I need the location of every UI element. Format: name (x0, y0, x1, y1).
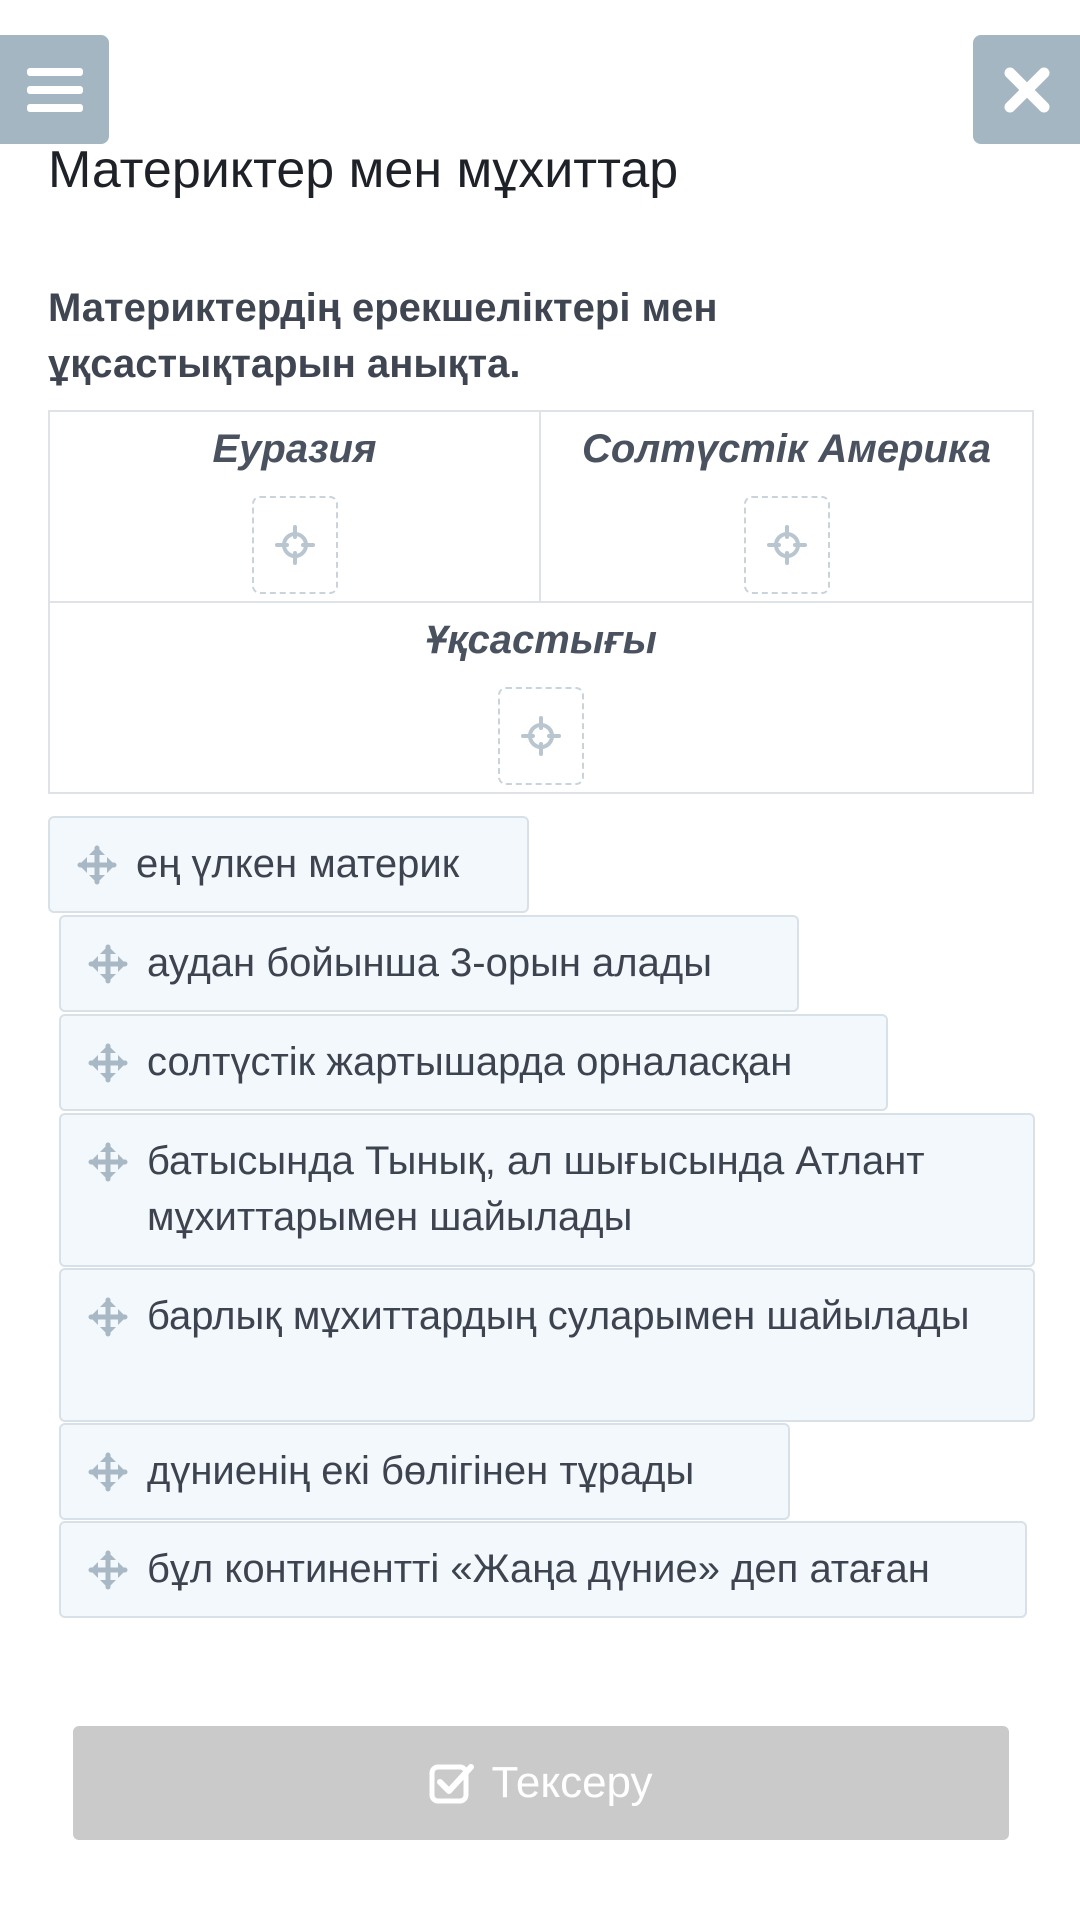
move-icon (88, 1452, 128, 1492)
drag-item-label: аудан бойынша 3-орын алады (147, 941, 712, 985)
move-icon (88, 944, 128, 984)
move-icon (88, 1142, 128, 1182)
drag-item[interactable]: аудан бойынша 3-орын алады (59, 915, 799, 1012)
category-cell-eurasia: Еуразия (50, 412, 541, 603)
checkbox-icon (429, 1764, 475, 1804)
drag-item[interactable]: ең үлкен материк (48, 816, 529, 913)
move-icon (88, 1550, 128, 1590)
drag-item-label: бұл континентті «Жаңа дүние» деп атаған (147, 1547, 930, 1591)
close-icon (1004, 67, 1049, 112)
drag-item[interactable]: барлық мұхиттардың суларымен шайылады (59, 1268, 1035, 1422)
crosshair-icon (274, 525, 315, 565)
category-label-similarity: Ұқсастығы (425, 618, 657, 662)
drag-item[interactable]: батысында Тынық, ал шығысында Атлант мұх… (59, 1113, 1035, 1267)
crosshair-icon (766, 525, 807, 565)
category-cell-similarity: Ұқсастығы (50, 603, 1032, 792)
drag-item[interactable]: бұл континентті «Жаңа дүние» деп атаған (59, 1521, 1027, 1618)
drag-item[interactable]: дүниенің екі бөлігінен тұрады (59, 1423, 790, 1520)
category-label-eurasia: Еуразия (212, 427, 377, 471)
move-icon (88, 1043, 128, 1083)
drag-item-label: барлық мұхиттардың суларымен шайылады (147, 1294, 970, 1338)
check-button[interactable]: Тексеру (73, 1726, 1009, 1840)
move-icon (77, 845, 117, 885)
category-label-north-america: Солтүстік Америка (582, 427, 991, 471)
drag-item-label: ең үлкен материк (136, 842, 460, 886)
drag-item-label: батысында Тынық, ал шығысында Атлант мұх… (147, 1139, 925, 1239)
check-button-label: Тексеру (491, 1758, 653, 1807)
category-cell-north-america: Солтүстік Америка (541, 412, 1032, 603)
hamburger-icon (26, 67, 83, 112)
question-text: Материктердің ерекшеліктері мен ұқсастық… (48, 286, 718, 386)
drop-zone-similarity[interactable] (498, 687, 584, 785)
move-icon (88, 1297, 128, 1337)
menu-button[interactable] (0, 35, 109, 144)
close-button[interactable] (973, 35, 1080, 144)
category-grid: Еуразия Солтүстік Америка Ұқсастығы (48, 410, 1034, 794)
drop-zone-eurasia[interactable] (251, 496, 338, 594)
crosshair-icon (521, 716, 561, 756)
drag-item-label: дүниенің екі бөлігінен тұрады (147, 1449, 695, 1493)
drag-item[interactable]: солтүстік жартышарда орналасқан (59, 1014, 888, 1111)
page-title: Материктер мен мұхиттар (48, 141, 679, 199)
drag-item-label: солтүстік жартышарда орналасқан (147, 1040, 793, 1084)
drop-zone-north-america[interactable] (743, 496, 830, 594)
